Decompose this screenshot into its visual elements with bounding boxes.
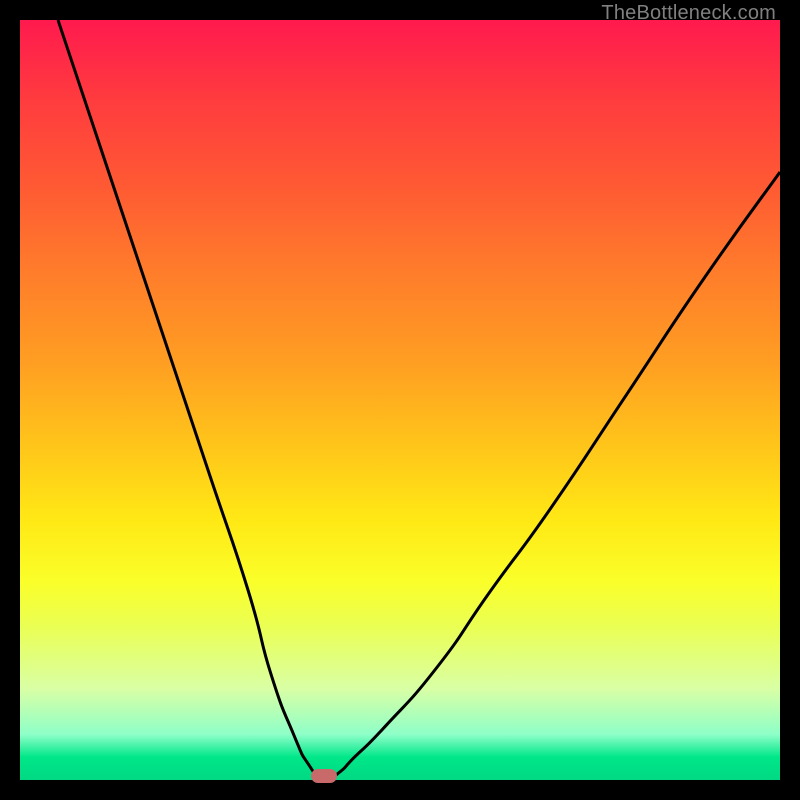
bottleneck-curve bbox=[58, 20, 780, 780]
minimum-marker bbox=[311, 769, 337, 783]
plot-area bbox=[20, 20, 780, 780]
curve-svg bbox=[20, 20, 780, 780]
chart-frame: TheBottleneck.com bbox=[0, 0, 800, 800]
